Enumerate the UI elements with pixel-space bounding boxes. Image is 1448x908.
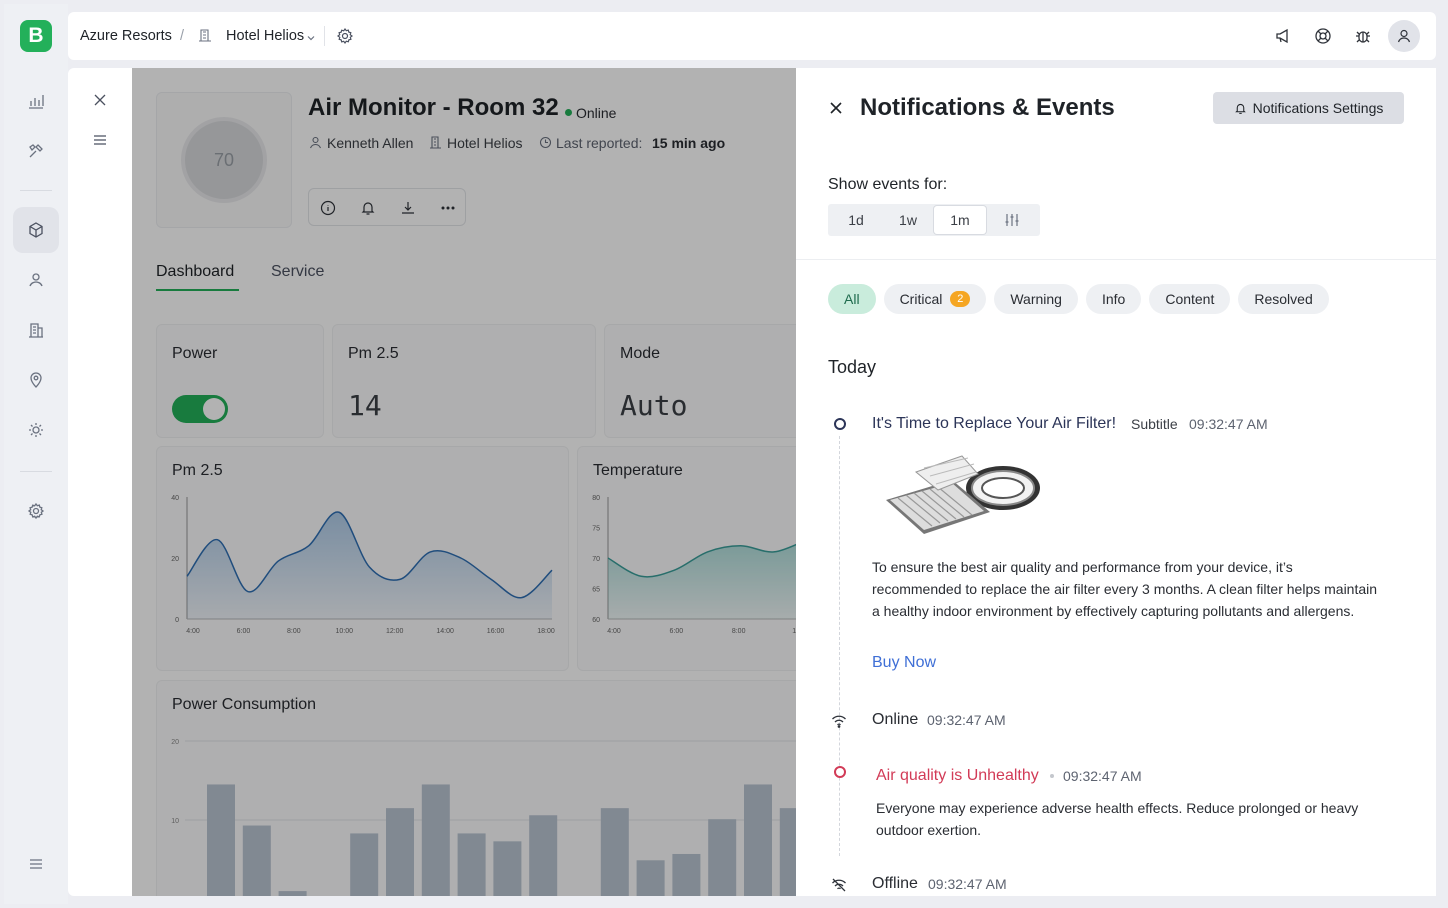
divider bbox=[796, 259, 1436, 260]
devices-icon[interactable] bbox=[13, 207, 59, 253]
breadcrumb-hotel[interactable]: Hotel Helios bbox=[226, 28, 304, 44]
building-icon bbox=[198, 28, 212, 47]
filter-sliders-icon[interactable] bbox=[986, 206, 1038, 234]
wifi-icon bbox=[831, 714, 847, 733]
analytics-icon[interactable] bbox=[13, 78, 59, 124]
overlay-backdrop[interactable] bbox=[132, 68, 796, 896]
settings-icon[interactable] bbox=[13, 488, 59, 534]
event-time: 09:32:47 AM bbox=[1189, 416, 1268, 432]
filter-all[interactable]: All bbox=[828, 284, 876, 314]
gear-icon[interactable] bbox=[336, 27, 354, 50]
divider bbox=[324, 26, 325, 46]
event-subtitle: Subtitle bbox=[1131, 416, 1178, 432]
close-icon[interactable] bbox=[828, 100, 844, 121]
event-dot-critical bbox=[834, 766, 846, 778]
filter-info[interactable]: Info bbox=[1085, 284, 1142, 314]
building-icon[interactable] bbox=[13, 307, 59, 353]
period-1d[interactable]: 1d bbox=[830, 206, 882, 234]
settings-button-label: Notifications Settings bbox=[1252, 100, 1384, 116]
filter-critical[interactable]: Critical 2 bbox=[883, 284, 987, 314]
filter-label: Critical bbox=[899, 291, 943, 307]
tools-icon[interactable] bbox=[13, 128, 59, 174]
notifications-drawer: Notifications & Events Notifications Set… bbox=[796, 68, 1436, 896]
rail-divider bbox=[20, 190, 52, 191]
air-filter-image bbox=[880, 446, 1044, 546]
close-icon[interactable] bbox=[92, 92, 108, 113]
event-title[interactable]: It's Time to Replace Your Air Filter! bbox=[872, 415, 1116, 433]
top-bar: Azure Resorts / Hotel Helios bbox=[68, 12, 1436, 60]
separator-dot bbox=[1050, 774, 1054, 778]
event-filters: All Critical 2 Warning Info Content Resol… bbox=[828, 284, 1337, 314]
rail-icons bbox=[13, 78, 59, 174]
support-icon[interactable] bbox=[1314, 27, 1332, 50]
filter-warning[interactable]: Warning bbox=[994, 284, 1078, 314]
drawer-title: Notifications & Events bbox=[860, 94, 1115, 121]
chevron-down-icon[interactable] bbox=[306, 30, 316, 48]
event-time: 09:32:47 AM bbox=[928, 876, 1007, 892]
guest-icon[interactable] bbox=[13, 257, 59, 303]
buy-now-link[interactable]: Buy Now bbox=[872, 654, 936, 672]
menu-icon[interactable] bbox=[13, 841, 59, 887]
breadcrumb-org[interactable]: Azure Resorts bbox=[80, 28, 172, 44]
event-body: Everyone may experience adverse health e… bbox=[876, 800, 1359, 838]
breadcrumb-separator: / bbox=[180, 28, 185, 44]
show-events-label: Show events for: bbox=[828, 176, 948, 193]
megaphone-icon[interactable] bbox=[1274, 27, 1292, 50]
period-selector: 1d 1w 1m bbox=[828, 204, 1040, 236]
rail-divider bbox=[20, 471, 52, 472]
timeline-line bbox=[839, 436, 840, 856]
event-title[interactable]: Online bbox=[872, 711, 918, 729]
energy-icon[interactable] bbox=[13, 407, 59, 453]
filter-content[interactable]: Content bbox=[1149, 284, 1231, 314]
event-time: 09:32:47 AM bbox=[927, 712, 1006, 728]
rail-icons-2 bbox=[13, 207, 59, 453]
filter-resolved[interactable]: Resolved bbox=[1238, 284, 1329, 314]
event-dot bbox=[834, 418, 846, 430]
bell-icon bbox=[1234, 102, 1247, 115]
critical-count-badge: 2 bbox=[950, 291, 971, 307]
avatar[interactable] bbox=[1388, 20, 1420, 52]
event-body: To ensure the best air quality and perfo… bbox=[872, 559, 1378, 619]
list-icon[interactable] bbox=[92, 132, 108, 153]
app-logo[interactable]: B bbox=[20, 20, 52, 52]
location-icon[interactable] bbox=[13, 357, 59, 403]
event-time: 09:32:47 AM bbox=[1063, 768, 1142, 784]
period-1m[interactable]: 1m bbox=[934, 206, 986, 234]
event-title[interactable]: Offline bbox=[872, 875, 918, 893]
wifi-off-icon bbox=[831, 878, 847, 896]
notifications-settings-button[interactable]: Notifications Settings bbox=[1213, 92, 1404, 124]
group-label-today: Today bbox=[828, 357, 877, 377]
bug-icon[interactable] bbox=[1354, 27, 1372, 50]
event-title[interactable]: Air quality is Unhealthy bbox=[876, 767, 1039, 785]
period-1w[interactable]: 1w bbox=[882, 206, 934, 234]
